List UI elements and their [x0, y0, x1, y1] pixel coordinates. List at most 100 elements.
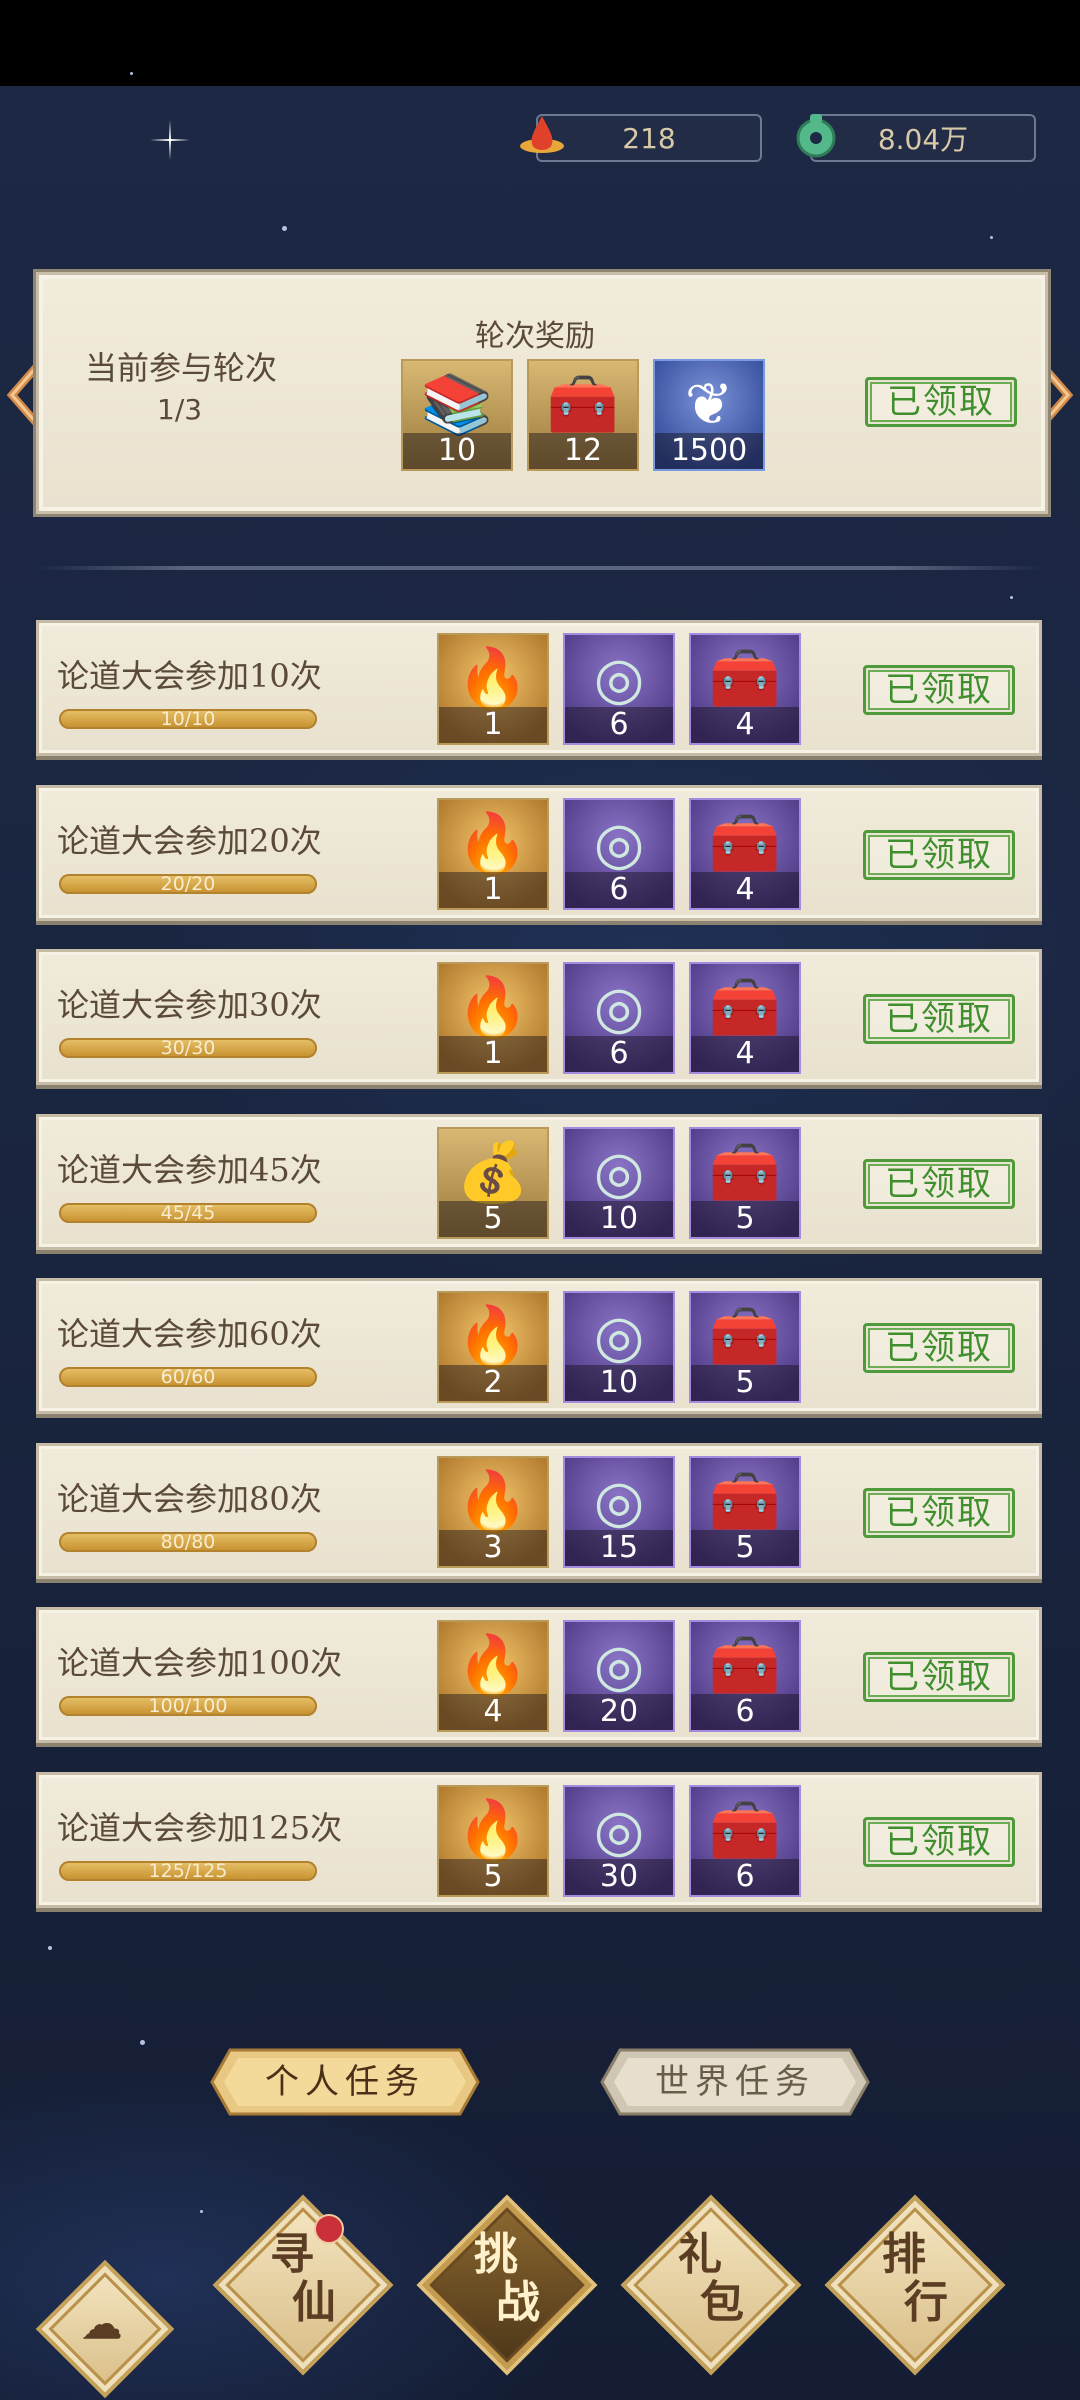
- task-row: 论道大会参加45次 45/45 💰 5 ◎ 10 🧰 5 已领取: [36, 1114, 1042, 1250]
- flame-drop-icon: 🔥: [456, 1796, 530, 1864]
- task-claimed-stamp: 已领取: [863, 830, 1015, 880]
- jade-coin-icon: ◎: [593, 1302, 645, 1370]
- task-reward-item[interactable]: 🧰 4: [689, 962, 801, 1074]
- treasure-chest-icon: 🧰: [708, 1467, 782, 1535]
- task-reward-item[interactable]: 🧰 5: [689, 1456, 801, 1568]
- nav-label-top: 排: [882, 2229, 926, 2280]
- task-reward-item[interactable]: ◎ 15: [563, 1456, 675, 1568]
- item-count: 5: [439, 1201, 547, 1237]
- jade-coin-icon: ◎: [593, 1138, 645, 1206]
- flame-drop-icon: 🔥: [456, 973, 530, 1041]
- nav-item-paihang[interactable]: 排 行: [824, 2194, 1006, 2376]
- item-count: 10: [565, 1201, 673, 1237]
- treasure-chest-icon: 🧰: [546, 370, 620, 438]
- task-reward-item[interactable]: ◎ 20: [563, 1620, 675, 1732]
- currency-jade-value: 8.04万: [810, 114, 1036, 162]
- task-name: 论道大会参加80次: [57, 1480, 322, 1518]
- flame-drop-icon: 🔥: [456, 1302, 530, 1370]
- cloud-emblem-icon: ☁: [82, 2301, 122, 2348]
- tab-personal-tasks[interactable]: 个人任务: [210, 2046, 480, 2118]
- nav-item-libao[interactable]: 礼 包: [620, 2194, 802, 2376]
- task-progress-bar: 45/45: [59, 1203, 317, 1223]
- task-reward-item[interactable]: 🧰 4: [689, 798, 801, 910]
- treasure-chest-icon: 🧰: [708, 1796, 782, 1864]
- item-count: 1500: [655, 433, 763, 469]
- item-count: 6: [691, 1859, 799, 1895]
- jade-coin-icon: ◎: [593, 973, 645, 1041]
- task-name: 论道大会参加20次: [57, 822, 322, 860]
- task-reward-item[interactable]: ◎ 30: [563, 1785, 675, 1897]
- round-reward-title: 轮次奖励: [475, 319, 595, 354]
- jade-coin-icon: ◎: [593, 1796, 645, 1864]
- task-reward-item[interactable]: 🧰 5: [689, 1291, 801, 1403]
- task-reward-item[interactable]: 🔥 5: [437, 1785, 549, 1897]
- task-name: 论道大会参加100次: [57, 1644, 343, 1682]
- task-row: 论道大会参加20次 20/20 🔥 1 ◎ 6 🧰 4 已领取: [36, 785, 1042, 921]
- task-reward-item[interactable]: 🔥 2: [437, 1291, 549, 1403]
- task-reward-item[interactable]: 🧰 5: [689, 1127, 801, 1239]
- task-reward-item[interactable]: 🔥 1: [437, 633, 549, 745]
- task-reward-item[interactable]: ◎ 6: [563, 633, 675, 745]
- jade-coin-icon: ◎: [593, 1467, 645, 1535]
- task-progress-bar: 30/30: [59, 1038, 317, 1058]
- task-reward-item[interactable]: ◎ 10: [563, 1127, 675, 1239]
- item-count: 20: [565, 1694, 673, 1730]
- pouch-icon: 💰: [456, 1138, 530, 1206]
- round-reward-panel: 当前参与轮次 1/3 轮次奖励 📚 10 🧰 12 ❦ 1500 已领取: [36, 272, 1048, 514]
- task-reward-item[interactable]: ◎ 6: [563, 798, 675, 910]
- star-decoration: [200, 2210, 203, 2213]
- nav-item-xunxian[interactable]: 寻 仙: [212, 2194, 394, 2376]
- nav-item-tiaozhan[interactable]: 挑 战: [416, 2194, 598, 2376]
- task-reward-item[interactable]: 💰 5: [437, 1127, 549, 1239]
- nav-label-bottom: 行: [904, 2277, 948, 2328]
- tab-world-tasks[interactable]: 世界任务: [600, 2046, 870, 2118]
- nav-label-top: 礼: [678, 2229, 722, 2280]
- task-reward-item[interactable]: ◎ 6: [563, 962, 675, 1074]
- task-name: 论道大会参加60次: [57, 1315, 322, 1353]
- task-claimed-stamp: 已领取: [863, 1159, 1015, 1209]
- system-status-bar: [0, 0, 1080, 86]
- notification-dot: [314, 2214, 344, 2244]
- task-reward-item[interactable]: 🔥 3: [437, 1456, 549, 1568]
- item-count: 4: [691, 872, 799, 908]
- item-count: 1: [439, 707, 547, 743]
- item-count: 5: [691, 1365, 799, 1401]
- round-reward-item[interactable]: 📚 10: [401, 359, 513, 471]
- task-row: 论道大会参加100次 100/100 🔥 4 ◎ 20 🧰 6 已领取: [36, 1607, 1042, 1743]
- currency-jade: 8.04万: [790, 110, 1036, 164]
- current-round-label: 当前参与轮次: [85, 349, 278, 387]
- jade-coin-icon: ◎: [593, 1631, 645, 1699]
- flame-drop-icon: 🔥: [456, 644, 530, 712]
- round-reward-item[interactable]: 🧰 12: [527, 359, 639, 471]
- item-count: 5: [691, 1530, 799, 1566]
- task-reward-item[interactable]: 🧰 4: [689, 633, 801, 745]
- task-reward-item[interactable]: 🧰 6: [689, 1620, 801, 1732]
- task-reward-item[interactable]: 🔥 4: [437, 1620, 549, 1732]
- flame-drop-icon: [516, 110, 568, 162]
- item-count: 4: [691, 1036, 799, 1072]
- item-count: 10: [403, 433, 511, 469]
- task-reward-item[interactable]: ◎ 10: [563, 1291, 675, 1403]
- task-progress-bar: 60/60: [59, 1367, 317, 1387]
- ginkgo-leaf-icon: ❦: [684, 370, 734, 438]
- item-count: 4: [439, 1694, 547, 1730]
- star-decoration: [48, 1946, 52, 1950]
- treasure-chest-icon: 🧰: [708, 1138, 782, 1206]
- task-reward-item[interactable]: 🧰 6: [689, 1785, 801, 1897]
- star-decoration: [130, 72, 133, 75]
- item-count: 5: [691, 1201, 799, 1237]
- round-reward-item[interactable]: ❦ 1500: [653, 359, 765, 471]
- task-reward-item[interactable]: 🔥 1: [437, 962, 549, 1074]
- jade-coin-icon: ◎: [593, 644, 645, 712]
- nav-home[interactable]: ☁: [35, 2259, 175, 2399]
- nav-label-bottom: 包: [700, 2277, 744, 2328]
- star-decoration: [990, 236, 993, 239]
- item-count: 2: [439, 1365, 547, 1401]
- task-claimed-stamp: 已领取: [863, 1817, 1015, 1867]
- task-reward-item[interactable]: 🔥 1: [437, 798, 549, 910]
- nav-label-bottom: 仙: [292, 2277, 336, 2328]
- round-claimed-stamp: 已领取: [865, 377, 1017, 427]
- item-count: 10: [565, 1365, 673, 1401]
- task-row: 论道大会参加60次 60/60 🔥 2 ◎ 10 🧰 5 已领取: [36, 1278, 1042, 1414]
- task-name: 论道大会参加10次: [57, 657, 322, 695]
